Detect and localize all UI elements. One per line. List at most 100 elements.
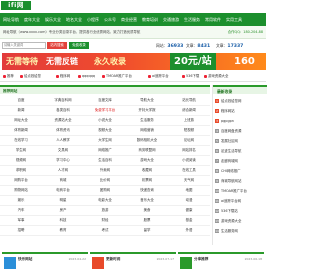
- site-link[interactable]: 网购平台: [0, 176, 42, 186]
- site-link[interactable]: 健康: [168, 206, 210, 216]
- nav-item[interactable]: 常用软件: [205, 13, 221, 26]
- sidebar-item[interactable]: 4 百度网盘资源: [215, 127, 241, 136]
- nav-item[interactable]: 公众号: [104, 13, 116, 26]
- quick-link[interactable]: 推荐: [3, 72, 14, 81]
- site-link[interactable]: 体育新闻: [0, 126, 42, 136]
- site-link[interactable]: 明星: [42, 196, 84, 206]
- sidebar-item[interactable]: 10 TMOAR推广平台: [215, 187, 247, 196]
- nav-item[interactable]: 商业经营: [121, 13, 137, 26]
- site-link[interactable]: 小说阅读: [168, 156, 210, 166]
- site-link[interactable]: 商城: [42, 176, 84, 186]
- nav-item[interactable]: 娱乐大全: [45, 13, 61, 26]
- sidebar-item[interactable]: 12 536下载站: [215, 207, 238, 216]
- quick-link[interactable]: 536下载: [182, 72, 199, 81]
- site-link[interactable]: 教育: [42, 226, 84, 236]
- site-link[interactable]: 百度文库: [84, 96, 126, 106]
- site-link[interactable]: 音乐大全: [126, 196, 168, 206]
- bottom-card[interactable]: 分享推荐 2023-06-18: [178, 252, 264, 274]
- sidebar-item[interactable]: 2 程序网站: [215, 107, 235, 116]
- site-link[interactable]: 网站排名: [168, 146, 210, 156]
- site-link[interactable]: 导航大全: [126, 96, 168, 106]
- site-link[interactable]: 生活服务: [126, 116, 168, 126]
- site-link[interactable]: 资源站大全: [42, 116, 84, 126]
- site-link[interactable]: 体育资讯: [42, 126, 84, 136]
- nav-item[interactable]: 度年大全: [24, 13, 40, 26]
- site-link[interactable]: 考试: [84, 226, 126, 236]
- site-link[interactable]: 动漫: [168, 196, 210, 206]
- site-link[interactable]: 股票: [126, 216, 168, 226]
- bottom-card[interactable]: 更新时间 2023-07-17: [90, 252, 176, 274]
- search-input[interactable]: [2, 42, 46, 49]
- site-link[interactable]: 百度: [0, 96, 42, 106]
- site-link[interactable]: 电影大全: [84, 196, 126, 206]
- site-link[interactable]: 各类百科: [42, 106, 84, 116]
- site-link[interactable]: 购物网站: [0, 186, 42, 196]
- sidebar-item[interactable]: 7 走廊商城网: [215, 157, 238, 166]
- site-link[interactable]: 电商平台: [42, 186, 84, 196]
- site-link[interactable]: 娱乐: [0, 196, 42, 206]
- site-link[interactable]: 字典百科网: [42, 96, 84, 106]
- nav-item[interactable]: 生活服务: [184, 13, 200, 26]
- site-link[interactable]: 外卖网: [84, 166, 126, 176]
- sidebar-item[interactable]: 14 生活服务网: [215, 227, 238, 236]
- site-link[interactable]: 游戏大全: [126, 156, 168, 166]
- site-link[interactable]: 科技: [42, 216, 84, 226]
- site-link[interactable]: 学习中心: [42, 156, 84, 166]
- nav-item[interactable]: 交通旅游: [163, 13, 179, 26]
- site-link[interactable]: 收藏网: [126, 166, 168, 176]
- bottom-card[interactable]: 快乐网站 2023-04-22: [2, 252, 88, 274]
- site-link[interactable]: 商务联盟网: [126, 146, 168, 156]
- site-link[interactable]: 数码相机大全: [126, 136, 168, 146]
- quick-link[interactable]: 程序网: [56, 72, 70, 81]
- nav-item[interactable]: 地名大全: [66, 13, 82, 26]
- site-link[interactable]: 人人教学: [42, 136, 84, 146]
- site-link[interactable]: 网络推广: [84, 146, 126, 156]
- quick-link[interactable]: 游戏资源大全: [204, 72, 228, 81]
- site-link[interactable]: 地图: [168, 186, 210, 196]
- site-link[interactable]: 军事: [0, 216, 42, 226]
- site-link[interactable]: 旅游: [84, 206, 126, 216]
- site-logo[interactable]: ifi网: [1, 1, 31, 10]
- site-link[interactable]: 留学: [126, 226, 168, 236]
- site-link[interactable]: 求职网: [0, 166, 42, 176]
- site-link[interactable]: 网络营销: [126, 126, 168, 136]
- quick-link[interactable]: TMOAR推广平台: [102, 72, 132, 81]
- sidebar-item[interactable]: 5 发展社区网: [215, 137, 238, 146]
- nav-item[interactable]: 小程序: [87, 13, 99, 26]
- site-link[interactable]: 大学生网: [84, 136, 126, 146]
- sidebar-item[interactable]: 3 pgpgpn: [215, 117, 234, 126]
- sidebar-item[interactable]: 13 游戏资源大全: [215, 217, 241, 226]
- submit-site-button[interactable]: 免费收录: [69, 42, 89, 49]
- quick-link[interactable]: ai追踪平台: [148, 72, 169, 81]
- site-link[interactable]: 免费学习平台: [84, 106, 126, 116]
- site-link[interactable]: 网址大全: [0, 116, 42, 126]
- site-link[interactable]: 小说大全: [84, 116, 126, 126]
- site-link[interactable]: 视频网: [0, 156, 42, 166]
- site-link[interactable]: 团购网: [84, 186, 126, 196]
- site-link[interactable]: 学生网: [0, 146, 42, 156]
- sidebar-item[interactable]: 6 足迹生活导航: [215, 147, 241, 156]
- site-link[interactable]: 生活百科: [84, 156, 126, 166]
- nav-item[interactable]: 教育培训: [142, 13, 158, 26]
- site-link[interactable]: 站长导航: [168, 96, 210, 106]
- site-link[interactable]: 招聘: [0, 226, 42, 236]
- nav-item[interactable]: 网址导航: [3, 13, 19, 26]
- sidebar-item[interactable]: 11 ai追踪平台网: [215, 197, 241, 206]
- site-link[interactable]: 在线工具: [168, 166, 210, 176]
- sidebar-item[interactable]: 9 商城导航网站: [215, 177, 241, 186]
- site-link[interactable]: 视频大全: [84, 126, 126, 136]
- site-link[interactable]: 彩票网: [126, 176, 168, 186]
- site-link[interactable]: 论坛网: [168, 136, 210, 146]
- site-link[interactable]: 短视频: [168, 126, 210, 136]
- promo-banner[interactable]: 无需等待 无需反链 永久收录 20元/站 160: [2, 53, 266, 70]
- nav-item[interactable]: 实用工具: [226, 13, 242, 26]
- site-link[interactable]: 综合新闻: [168, 106, 210, 116]
- site-link[interactable]: 外语: [168, 226, 210, 236]
- site-link[interactable]: 上班族: [168, 116, 210, 126]
- site-link[interactable]: 快递查询: [126, 186, 168, 196]
- site-link[interactable]: 人才网: [42, 166, 84, 176]
- site-link[interactable]: 开封大学报: [126, 106, 168, 116]
- site-link[interactable]: 新闻: [0, 106, 42, 116]
- sidebar-item[interactable]: 8 CHI网络推广: [215, 167, 240, 176]
- site-link[interactable]: 天气网: [168, 176, 210, 186]
